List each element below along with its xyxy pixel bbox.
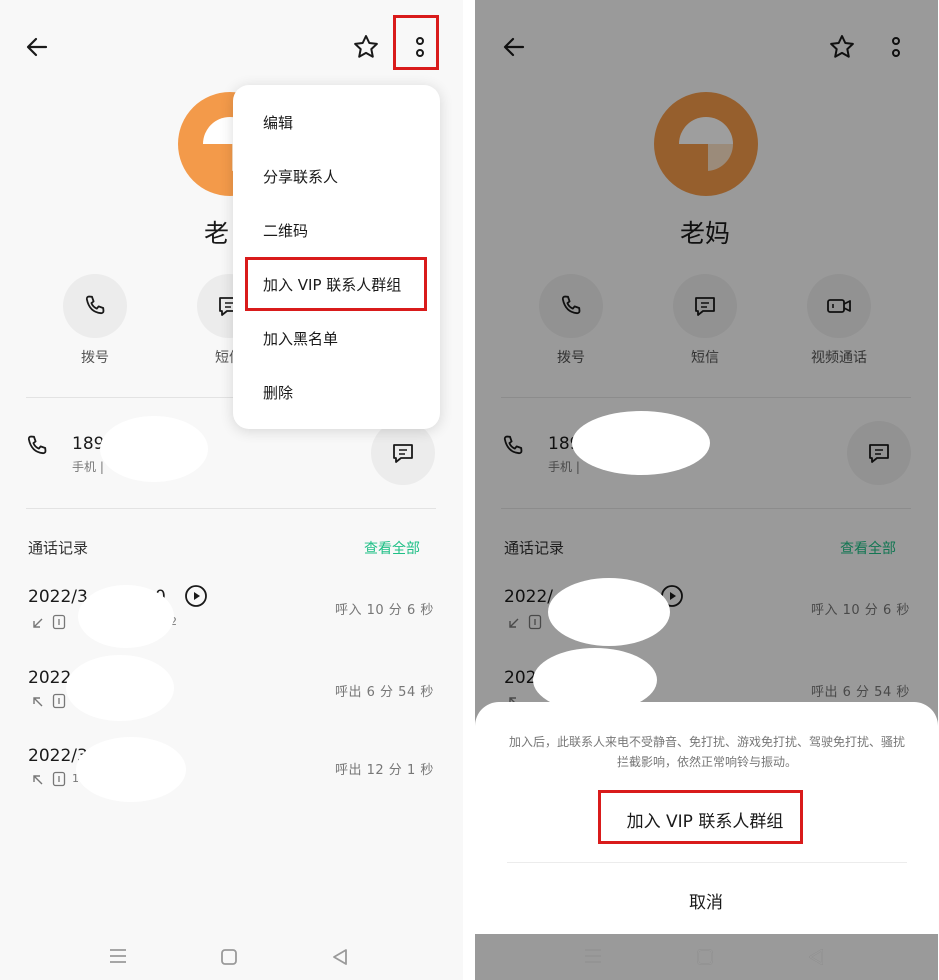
record-date: 2022 bbox=[28, 668, 72, 688]
record-info: 呼入 10 分 6 秒 bbox=[335, 603, 434, 618]
sim-icon bbox=[52, 771, 66, 787]
redaction-blob bbox=[572, 411, 710, 475]
divider bbox=[26, 508, 436, 509]
sim-icon bbox=[52, 693, 66, 709]
star-icon[interactable] bbox=[352, 33, 380, 61]
cancel-button[interactable]: 取消 bbox=[656, 888, 756, 913]
nav-bar bbox=[0, 930, 463, 980]
phone-icon bbox=[24, 433, 50, 459]
redaction-blob bbox=[100, 416, 208, 482]
more-options-highlight bbox=[393, 15, 439, 70]
redaction-blob bbox=[78, 585, 174, 648]
redaction-blob bbox=[76, 737, 186, 802]
menu-lines-icon[interactable] bbox=[108, 948, 128, 964]
menu-item-delete[interactable]: 删除 bbox=[263, 382, 293, 403]
record-date: 2022/3 bbox=[28, 587, 88, 607]
sim-icon bbox=[52, 614, 66, 630]
menu-item-blacklist[interactable]: 加入黑名单 bbox=[263, 328, 338, 349]
call-label: 拨号 bbox=[81, 350, 109, 366]
redaction-blob bbox=[548, 578, 670, 646]
menu-item-qr-code[interactable]: 二维码 bbox=[263, 220, 308, 241]
menu-item-share-contact[interactable]: 分享联系人 bbox=[263, 166, 338, 187]
home-square-icon[interactable] bbox=[220, 948, 238, 966]
back-triangle-icon[interactable] bbox=[807, 948, 825, 966]
play-icon[interactable] bbox=[184, 584, 208, 608]
message-icon bbox=[393, 444, 413, 463]
outgoing-arrow-icon bbox=[30, 694, 46, 710]
add-vip-highlight bbox=[245, 257, 427, 311]
record-info: 呼出 12 分 1 秒 bbox=[335, 763, 434, 778]
right-screen: 老妈 拨号 短信 视频通话 189 手机 | 通话记录 查看全部 2022/ 呼… bbox=[475, 0, 938, 980]
redaction-blob bbox=[66, 655, 174, 721]
home-square-icon[interactable] bbox=[696, 948, 714, 966]
confirm-highlight bbox=[598, 790, 803, 844]
see-all-link[interactable]: 查看全部 bbox=[364, 538, 420, 558]
divider bbox=[507, 862, 907, 863]
left-screen: 老 拨号 短信 189 手机 | 通话记录 查看全部 2022/3 0 2 呼入… bbox=[0, 0, 463, 980]
back-triangle-icon[interactable] bbox=[331, 948, 349, 966]
outgoing-arrow-icon bbox=[30, 772, 46, 788]
menu-item-edit[interactable]: 编辑 bbox=[263, 112, 293, 133]
contact-name: 老 bbox=[204, 219, 230, 248]
phone-sms-button[interactable] bbox=[371, 421, 435, 485]
back-arrow-icon[interactable] bbox=[24, 34, 50, 60]
menu-lines-icon[interactable] bbox=[583, 948, 603, 964]
call-log-title: 通话记录 bbox=[28, 539, 89, 557]
call-button[interactable] bbox=[63, 274, 127, 338]
phone-type: 手机 | bbox=[72, 460, 104, 474]
nav-bar-over-sheet bbox=[475, 930, 938, 980]
sheet-description: 加入后，此联系人来电不受静音、免打扰、游戏免打扰、驾驶免打扰、骚扰拦截影响，依然… bbox=[508, 735, 905, 769]
phone-icon bbox=[85, 295, 105, 315]
incoming-arrow-icon bbox=[30, 615, 46, 631]
record-info: 呼出 6 分 54 秒 bbox=[335, 685, 434, 700]
